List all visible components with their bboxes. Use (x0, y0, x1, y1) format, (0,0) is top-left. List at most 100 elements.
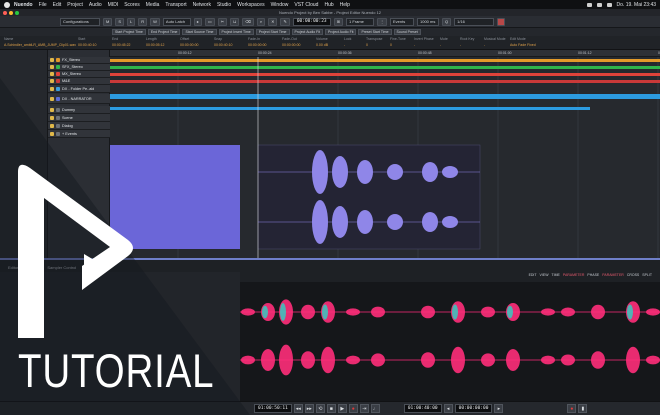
rewind-icon[interactable]: ◂◂ (293, 404, 303, 413)
editor-tool-chip[interactable]: PARAMETER (563, 273, 585, 277)
track-color-swatch[interactable] (56, 86, 60, 91)
apple-icon[interactable] (4, 1, 10, 8)
menu-item-media[interactable]: Media (146, 2, 160, 8)
minimize-window-icon[interactable] (9, 10, 13, 15)
forward-icon[interactable]: ▸▸ (304, 404, 314, 413)
info-chip[interactable]: End Project Time (147, 29, 181, 35)
close-window-icon[interactable] (3, 10, 7, 15)
track-color-swatch[interactable] (56, 123, 60, 128)
track-header[interactable]: DX - NARRATOR (48, 94, 110, 104)
menu-item-file[interactable]: File (39, 2, 47, 8)
menu-item-window[interactable]: Window (271, 2, 289, 8)
event-info-value[interactable]: 00:00:00:00 (282, 43, 301, 47)
listen-tool-button[interactable]: L (127, 17, 136, 26)
primary-time-display[interactable]: 00:00:00:23 (292, 17, 331, 26)
mute-button[interactable] (50, 96, 54, 101)
editor-tool-chip[interactable]: VIEW (540, 273, 549, 277)
editor-tool-chip[interactable]: SPLIT (642, 273, 652, 277)
snap-mode-select[interactable]: Events (390, 17, 414, 26)
dialog-lane-clip[interactable] (110, 107, 590, 110)
track-lane-clip[interactable] (110, 80, 660, 83)
tab-editor[interactable]: Editor (8, 265, 18, 270)
locator-right-icon[interactable]: ▸ (494, 404, 504, 413)
zoom-tool-button[interactable]: ⌕ (256, 17, 266, 26)
punch-icon[interactable]: ⇥ (359, 404, 369, 413)
info-chip[interactable]: Preset Start Time (358, 29, 392, 35)
object-tool-button[interactable]: ▸ (193, 17, 202, 26)
track-lane-clip[interactable] (110, 59, 660, 62)
locator-time-display[interactable]: 00:00:00:00 (454, 404, 493, 413)
menu-item-midi[interactable]: MIDI (108, 2, 119, 8)
info-chip[interactable]: Project Audio Fit (291, 29, 323, 35)
track-color-swatch[interactable] (56, 96, 60, 101)
erase-tool-button[interactable]: ⌫ (242, 17, 254, 26)
event-info-value[interactable]: 00:00:05:12 (146, 43, 165, 47)
write-tool-button[interactable]: W (150, 17, 160, 26)
editor-tool-chip[interactable]: PARAMETER (602, 273, 624, 277)
menubar-clock[interactable]: Do. 19. Mai 23:43 (617, 2, 656, 8)
mute-button[interactable] (50, 107, 54, 112)
info-chip[interactable]: Project Insert Time (218, 29, 254, 35)
solo-tool-button[interactable]: S (115, 17, 125, 26)
mute-button[interactable] (50, 123, 54, 128)
sample-editor-waveform[interactable] (240, 282, 660, 401)
menu-item-audio[interactable]: Audio (89, 2, 102, 8)
mute-button[interactable] (50, 72, 54, 76)
menu-item-studio[interactable]: Studio (217, 2, 231, 8)
mute-button[interactable] (50, 65, 54, 69)
secondary-time-display[interactable]: 01:00:40:00 (403, 404, 442, 413)
track-color-swatch[interactable] (56, 58, 60, 62)
menu-item-help[interactable]: Help (340, 2, 350, 8)
range-tool-button[interactable]: ▭ (204, 17, 215, 26)
menu-item-vstcloud[interactable]: VST Cloud (294, 2, 318, 8)
track-color-swatch[interactable] (56, 115, 60, 120)
menu-item-project[interactable]: Project (67, 2, 83, 8)
glue-tool-button[interactable]: ⊔ (230, 17, 240, 26)
track-header[interactable]: Dialog (48, 122, 110, 130)
editor-tool-chip[interactable]: EDIT (529, 273, 537, 277)
wifi-icon[interactable] (596, 2, 602, 7)
menu-app[interactable]: Nuendo (14, 2, 33, 8)
menu-item-scores[interactable]: Scores (124, 2, 140, 8)
mute-button[interactable] (50, 79, 54, 83)
record-icon[interactable]: ● (348, 404, 358, 413)
track-header[interactable]: + Events (48, 130, 110, 138)
mute-button[interactable] (50, 115, 54, 120)
folder-lane-clip[interactable] (110, 94, 660, 99)
event-info-value[interactable]: 0.00 dB (316, 43, 328, 47)
time-unit-select[interactable]: 1000 ms (417, 17, 439, 26)
event-info-value[interactable]: - (440, 43, 441, 47)
event-info-value[interactable]: 00:00:00:00 (180, 43, 199, 47)
event-info-value[interactable]: A.Schindler_ambiLR_AMB_JUMP_Clip01.wav (4, 43, 76, 47)
locator-left-icon[interactable]: ◂ (443, 404, 453, 413)
info-chip[interactable]: Sound Preset (393, 29, 421, 35)
search-icon[interactable] (606, 2, 612, 7)
event-info-value[interactable]: 0 (390, 43, 392, 47)
mute-tool-button[interactable]: M (103, 17, 113, 26)
info-chip[interactable]: Project Start Time (255, 29, 290, 35)
editor-tool-chip[interactable]: TIME (552, 273, 560, 277)
event-display[interactable] (110, 57, 660, 258)
play-icon[interactable]: ▶ (337, 404, 347, 413)
menu-item-network[interactable]: Network (193, 2, 211, 8)
menu-item-hub[interactable]: Hub (324, 2, 333, 8)
read-tool-button[interactable]: R (138, 17, 148, 26)
audio-clip[interactable] (110, 145, 240, 249)
automation-mode-select[interactable]: Auto Latch (162, 17, 191, 26)
event-info-value[interactable]: 00:00:45:22 (112, 43, 131, 47)
tab-mixconsole[interactable]: MixConsole (22, 265, 43, 270)
event-info-value[interactable]: - (460, 43, 461, 47)
configurations-select[interactable]: Configurations (60, 17, 100, 26)
track-header[interactable]: FX_Stereo (48, 57, 110, 64)
info-chip[interactable]: Start Project Time (112, 29, 146, 35)
event-info-value[interactable]: 00:00:40:10 (78, 43, 97, 47)
event-info-value[interactable]: - (484, 43, 485, 47)
mute-button[interactable] (50, 86, 54, 91)
track-color-swatch[interactable] (56, 131, 60, 136)
editor-tool-chip[interactable]: CROSS (627, 273, 639, 277)
info-chip[interactable]: Start Source Time (182, 29, 217, 35)
info-chip[interactable]: Project Audio Fit (325, 29, 357, 35)
track-lane-clip[interactable] (110, 66, 660, 69)
track-lane-clip[interactable] (110, 73, 660, 76)
mute-button[interactable] (50, 58, 54, 62)
